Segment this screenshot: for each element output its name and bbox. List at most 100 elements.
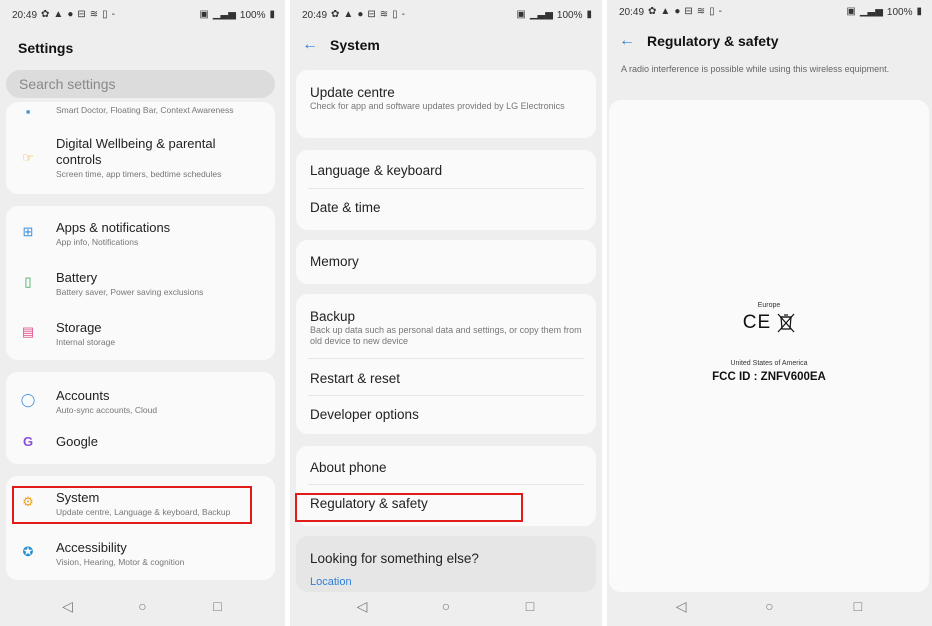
page-title: Settings: [18, 40, 74, 56]
recents-icon[interactable]: □: [843, 598, 873, 614]
back-arrow-icon[interactable]: ←: [302, 36, 318, 54]
list-item-partial[interactable]: ▪ Smart Doctor, Floating Bar, Context Aw…: [6, 104, 275, 119]
menu-item-memory[interactable]: Memory: [310, 253, 584, 270]
nav-bar: ◁ ○ □: [290, 586, 602, 626]
home-icon[interactable]: ○: [128, 598, 158, 614]
system-card-3: Memory: [296, 240, 596, 284]
mail-icon: ⊟: [684, 6, 693, 17]
gear-icon: ✿: [41, 9, 50, 20]
dot-icon: ●: [674, 6, 681, 17]
battery-percent: 100%: [239, 9, 266, 21]
nfc-icon: ▣: [846, 6, 856, 17]
menu-item-date-time[interactable]: Date & time: [310, 199, 584, 216]
item-subtitle: App info, Notifications: [56, 237, 139, 247]
back-arrow-icon[interactable]: ←: [619, 32, 635, 50]
fcc-id: FCC ID : ZNFV600EA: [712, 371, 826, 383]
item-title: Update centre: [310, 85, 395, 100]
regulatory-card: Europe CE United States of America FCC I…: [609, 100, 929, 592]
item-title: Accounts: [56, 388, 110, 403]
square-icon: ▯: [392, 9, 398, 20]
menu-item-backup[interactable]: Backup Back up data such as personal dat…: [310, 308, 584, 347]
battery-icon: ▮: [916, 6, 922, 17]
home-icon[interactable]: ○: [431, 598, 461, 614]
item-title: Date & time: [310, 200, 381, 215]
item-title: About phone: [310, 460, 387, 475]
settings-item-accessibility[interactable]: ✪ Accessibility Vision, Hearing, Motor &…: [6, 540, 275, 568]
regulatory-screen: 20:49 ✿ ▲ ● ⊟ ≋ ▯ ‑ ▣ ▁▃▅ 100% ▮ ← Regul…: [607, 0, 932, 626]
battery-icon: ▮: [269, 9, 275, 20]
settings-item-battery[interactable]: ▯ Battery Battery saver, Power saving ex…: [6, 270, 275, 298]
system-screen: 20:49 ✿ ▲ ● ⊟ ≋ ▯ ‑ ▣ ▁▃▅ 100% ▮ ← Syste…: [290, 0, 602, 626]
looking-title: Looking for something else?: [310, 551, 479, 566]
status-time: 20:49: [302, 9, 328, 21]
nfc-icon: ▣: [516, 9, 526, 20]
back-icon[interactable]: ◁: [347, 598, 377, 615]
settings-item-storage[interactable]: ▤ Storage Internal storage: [6, 320, 275, 348]
weee-bin-icon: [777, 313, 795, 333]
search-input[interactable]: Search settings: [6, 70, 275, 98]
wifi-icon: ≋: [696, 6, 706, 17]
dot-icon: ●: [357, 9, 364, 20]
settings-item-accounts[interactable]: ◯ Accounts Auto-sync accounts, Cloud: [6, 388, 275, 416]
menu-item-language-keyboard[interactable]: Language & keyboard: [310, 162, 584, 179]
status-time: 20:49: [619, 6, 645, 18]
back-icon[interactable]: ◁: [53, 598, 83, 615]
divider: [308, 188, 584, 189]
item-title: Restart & reset: [310, 371, 401, 386]
menu-item-about-phone[interactable]: About phone: [310, 459, 584, 476]
app-bar: ← Regulatory & safety: [619, 32, 778, 50]
item-title: Digital Wellbeing & parental controls: [56, 136, 216, 167]
signal-icon: ▁▃▅: [212, 9, 236, 20]
usa-label: United States of America: [730, 360, 808, 367]
menu-item-developer-options[interactable]: Developer options: [310, 406, 584, 423]
system-card-4: Backup Back up data such as personal dat…: [296, 294, 596, 434]
settings-screen: 20:49 ✿ ▲ ● ⊟ ≋ ▯ ‑ ▣ ▁▃▅ 100% ▮ Setting…: [0, 0, 285, 626]
settings-item-digital-wellbeing[interactable]: ☞ Digital Wellbeing & parental controls …: [6, 136, 275, 180]
signal-icon: ▁▃▅: [529, 9, 553, 20]
battery-percent: 100%: [556, 9, 583, 21]
recents-icon[interactable]: □: [515, 598, 545, 614]
signal-icon: ▁▃▅: [859, 6, 883, 17]
menu-item-restart-reset[interactable]: Restart & reset: [310, 370, 584, 387]
menu-item-update-centre[interactable]: Update centre Check for app and software…: [310, 84, 584, 112]
person-icon: ◯: [20, 392, 36, 407]
mail-icon: ⊟: [367, 9, 376, 20]
item-title: Apps & notifications: [56, 220, 171, 235]
warning-icon: ▲: [53, 9, 64, 20]
wifi-icon: ≋: [379, 9, 389, 20]
home-icon[interactable]: ○: [754, 598, 784, 614]
apps-grid-icon: ⊞: [22, 224, 34, 239]
item-subtitle: Check for app and software updates provi…: [310, 101, 565, 111]
battery-percent: 100%: [886, 6, 913, 18]
recents-icon[interactable]: □: [203, 598, 233, 614]
status-time: 20:49: [12, 9, 38, 21]
item-title: Backup: [310, 309, 356, 324]
description: A radio interference is possible while u…: [621, 64, 890, 74]
status-bar: 20:49 ✿ ▲ ● ⊟ ≋ ▯ ‑ ▣ ▁▃▅ 100% ▮: [290, 0, 602, 30]
item-title: Memory: [310, 254, 359, 269]
europe-label: Europe: [757, 302, 781, 309]
settings-item-apps[interactable]: ⊞ Apps & notifications App info, Notific…: [6, 220, 275, 248]
item-title: Storage: [56, 320, 102, 335]
page-title: Regulatory & safety: [647, 33, 779, 49]
status-bar: 20:49 ✿ ▲ ● ⊟ ≋ ▯ ‑ ▣ ▁▃▅ 100% ▮: [0, 0, 285, 30]
item-subtitle: Smart Doctor, Floating Bar, Context Awar…: [56, 105, 234, 115]
gear-icon: ✿: [331, 9, 340, 20]
settings-card-1: ▪ Smart Doctor, Floating Bar, Context Aw…: [6, 102, 275, 194]
divider: [308, 358, 584, 359]
accessibility-icon: ✪: [22, 544, 34, 559]
partial-icon: ▪: [25, 104, 31, 119]
battery-icon: ▮: [586, 9, 592, 20]
back-icon[interactable]: ◁: [666, 598, 696, 615]
google-icon: G: [22, 434, 34, 449]
divider: [308, 484, 584, 485]
minus-icon: ‑: [718, 6, 723, 17]
wifi-icon: ≋: [89, 9, 99, 20]
looking-card: Looking for something else? Location: [296, 536, 596, 592]
warning-icon: ▲: [660, 6, 671, 17]
mail-icon: ⊟: [77, 9, 86, 20]
nfc-icon: ▣: [199, 9, 209, 20]
settings-item-google[interactable]: G Google: [6, 434, 275, 450]
minus-icon: ‑: [401, 9, 406, 20]
highlight-box: [12, 486, 252, 524]
